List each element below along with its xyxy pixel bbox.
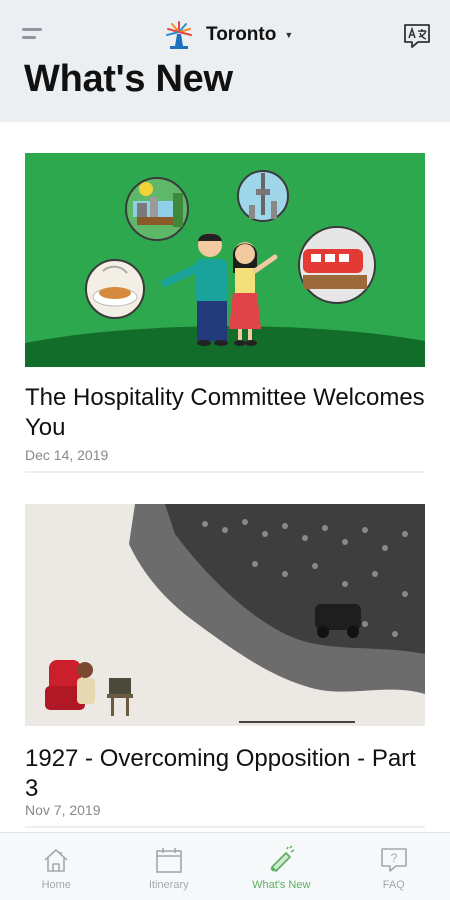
translate-icon[interactable]	[402, 22, 432, 50]
megaphone-icon	[270, 845, 295, 872]
divider	[25, 471, 425, 473]
news-item-date: Dec 14, 2019	[25, 447, 109, 463]
question-bubble-icon: ?	[380, 848, 407, 872]
tab-label: Home	[41, 879, 71, 891]
home-icon	[44, 849, 68, 872]
news-item-title[interactable]: 1927 - Overcoming Opposition - Part 3	[25, 744, 425, 804]
news-card[interactable]: The Hospitality Committee Welcomes You D…	[25, 153, 425, 473]
calendar-icon	[155, 848, 182, 873]
bottom-tab-bar: Home Itinerary What's New ? FAQ	[0, 832, 450, 900]
page-title: What's New	[24, 58, 233, 100]
tab-itinerary[interactable]: Itinerary	[113, 833, 226, 900]
news-item-title[interactable]: The Hospitality Committee Welcomes You	[25, 383, 425, 443]
news-item-date: Nov 7, 2019	[25, 802, 101, 818]
city-logo-icon	[166, 21, 192, 49]
news-card[interactable]: 1927 - Overcoming Opposition - Part 3 No…	[25, 504, 425, 828]
tab-faq[interactable]: ? FAQ	[338, 833, 450, 900]
news-feed[interactable]: The Hospitality Committee Welcomes You D…	[0, 122, 450, 832]
tab-label: FAQ	[382, 879, 405, 891]
hospitality-illustration	[25, 153, 425, 367]
divider	[25, 826, 425, 828]
tab-label: Itinerary	[148, 879, 189, 891]
svg-text:?: ?	[390, 851, 397, 865]
tab-whats-new[interactable]: What's New	[225, 833, 338, 900]
top-app-bar: Toronto ▼ What's New	[0, 0, 450, 122]
historic-crowd-image	[25, 504, 425, 726]
tab-home[interactable]: Home	[0, 833, 113, 900]
city-name: Toronto	[206, 24, 277, 45]
tab-label: What's New	[252, 879, 311, 891]
chevron-down-icon: ▼	[284, 30, 294, 40]
hamburger-menu-icon[interactable]	[22, 26, 44, 42]
city-selector[interactable]: Toronto ▼	[162, 16, 293, 54]
